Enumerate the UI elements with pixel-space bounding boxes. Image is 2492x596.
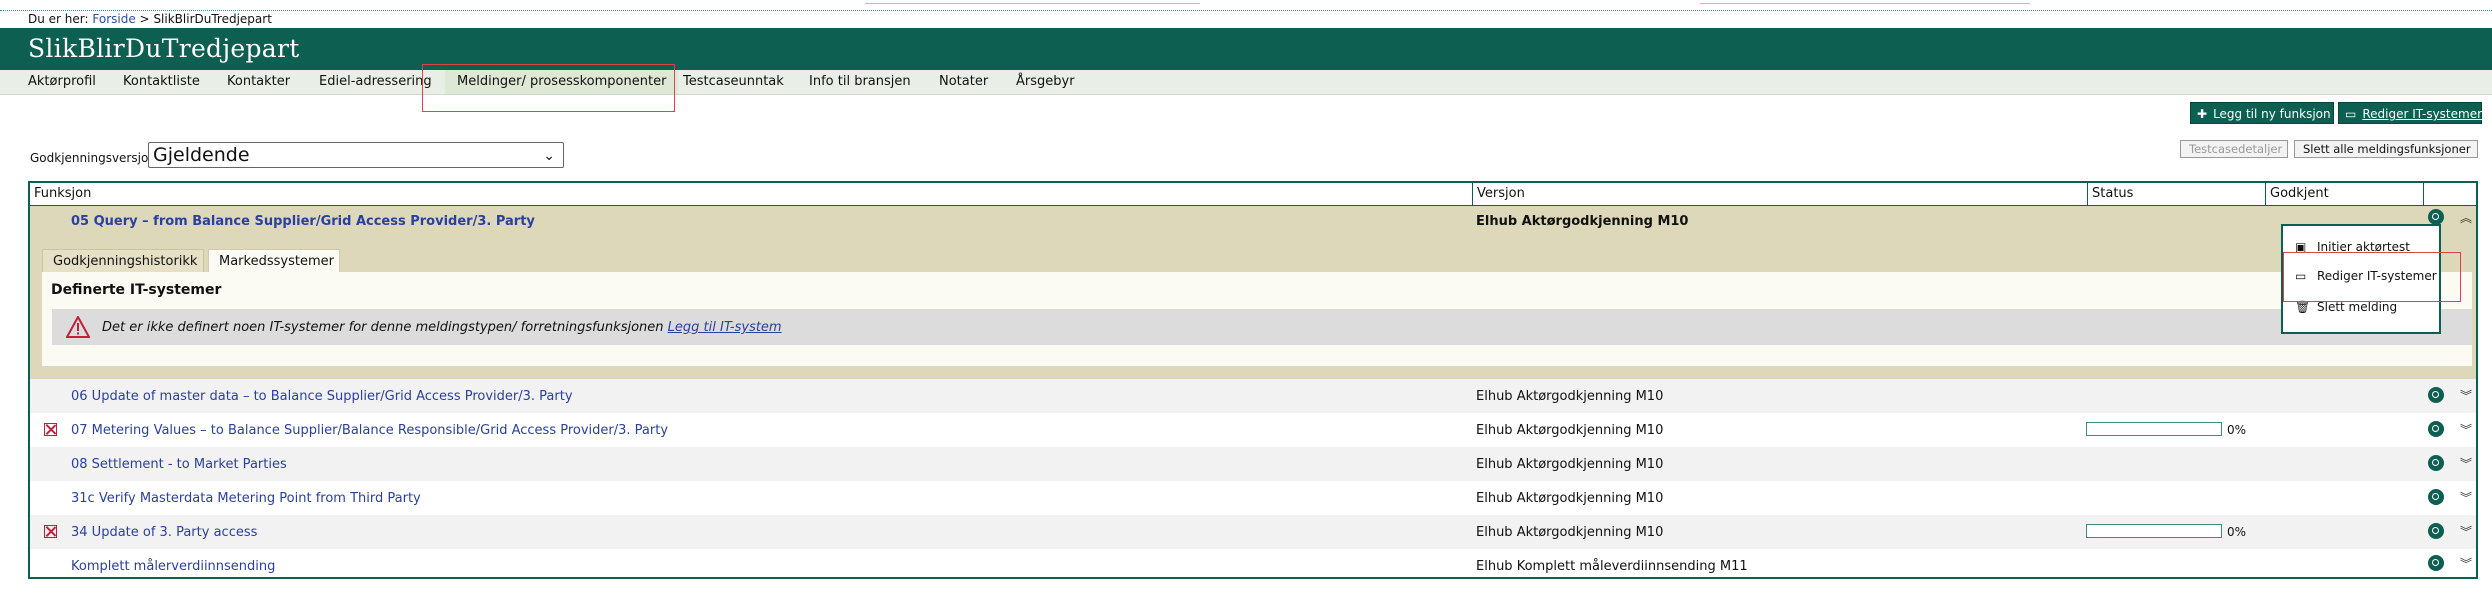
col-header-approved: Godkjent: [2265, 183, 2423, 205]
settings-icon[interactable]: [2428, 387, 2444, 403]
col-header-actions: [2423, 183, 2476, 205]
add-it-system-link[interactable]: Legg til IT-system: [668, 320, 782, 335]
add-function-label: Legg til ny funksjon: [2213, 107, 2331, 121]
menu-item-initier-aktortest[interactable]: ▣ Initier aktørtest: [2295, 240, 2410, 254]
settings-icon[interactable]: [2428, 421, 2444, 437]
nav-item-kontakter[interactable]: Kontakter: [227, 74, 290, 89]
top-field-2: [1700, 0, 2030, 4]
menu-item-label: Slett melding: [2317, 300, 2398, 314]
functions-table: Funksjon Versjon Status Godkjent 05 Quer…: [28, 181, 2478, 579]
row-version: Elhub Aktørgodkjenning M10: [1476, 491, 1664, 506]
chevron-down-icon[interactable]: ︾: [2460, 492, 2472, 504]
col-header-status: Status: [2087, 183, 2265, 205]
expanded-function-link[interactable]: 05 Query – from Balance Supplier/Grid Ac…: [71, 214, 535, 229]
nav-item-aktorprofil[interactable]: Aktørprofil: [28, 74, 96, 89]
table-row: 31c Verify Masterdata Metering Point fro…: [30, 481, 2476, 515]
markedssystemer-panel: Definerte IT-systemer Det er ikke define…: [42, 272, 2472, 366]
testcase-details-button[interactable]: Testcasedetaljer: [2180, 140, 2288, 158]
nav-item-testcaseunntak[interactable]: Testcaseunntak: [683, 74, 784, 89]
test-icon: ▣: [2295, 240, 2307, 254]
chevron-up-icon[interactable]: ︽: [2460, 212, 2472, 224]
failed-status-icon: [44, 423, 57, 436]
breadcrumb: Du er her: Forside > SlikBlirDuTredjepar…: [28, 12, 272, 26]
expanded-version: Elhub Aktørgodkjenning M10: [1476, 214, 1689, 229]
settings-icon[interactable]: [2428, 523, 2444, 539]
edit-it-systems-label: Rediger IT-systemer: [2362, 107, 2483, 121]
add-function-button[interactable]: ✚ Legg til ny funksjon: [2190, 102, 2334, 124]
breadcrumb-home-link[interactable]: Forside: [92, 12, 135, 26]
tab-godkjenningshistorikk[interactable]: Godkjenningshistorikk: [42, 249, 204, 273]
table-row: 08 Settlement - to Market Parties Elhub …: [30, 447, 2476, 481]
page-title: SlikBlirDuTredjepart: [28, 34, 300, 63]
top-field-1: [865, 0, 1200, 4]
row-version: Elhub Aktørgodkjenning M10: [1476, 389, 1664, 404]
warning-text: Det er ikke definert noen IT-systemer fo…: [102, 320, 664, 335]
settings-icon[interactable]: [2428, 555, 2444, 571]
table-row: 34 Update of 3. Party access Elhub Aktør…: [30, 515, 2476, 549]
progress-bar: [2086, 524, 2222, 538]
nav-item-info-til-bransjen[interactable]: Info til bransjen: [809, 74, 911, 89]
row-version: Elhub Komplett måleverdiinnsending M11: [1476, 559, 1748, 574]
row-function-link[interactable]: 07 Metering Values – to Balance Supplier…: [71, 423, 668, 438]
warning-box: Det er ikke definert noen IT-systemer fo…: [52, 309, 2472, 345]
header-banner: SlikBlirDuTredjepart: [0, 28, 2492, 70]
monitor-icon: ▭: [2345, 107, 2357, 121]
breadcrumb-current: SlikBlirDuTredjepart: [153, 12, 272, 26]
col-header-version: Versjon: [1472, 183, 2087, 205]
delete-all-functions-button[interactable]: Slett alle meldingsfunksjoner: [2294, 140, 2478, 158]
edit-it-systems-button[interactable]: ▭ Rediger IT-systemer: [2338, 102, 2482, 124]
menu-item-label: Rediger IT-systemer: [2317, 269, 2437, 283]
nav-item-ediel-adressering[interactable]: Ediel-adressering: [319, 74, 432, 89]
progress-bar: [2086, 422, 2222, 436]
nav-item-arsgebyr[interactable]: Årsgebyr: [1016, 74, 1075, 89]
table-row: Komplett målerverdiinnsending Elhub Komp…: [30, 549, 2476, 577]
row-function-link[interactable]: 34 Update of 3. Party access: [71, 525, 257, 540]
progress-percent: 0%: [2227, 525, 2247, 539]
chevron-down-icon[interactable]: ︾: [2460, 458, 2472, 470]
top-border: [0, 0, 2492, 11]
warning-icon: [66, 316, 90, 338]
breadcrumb-separator: >: [139, 12, 150, 26]
table-header: Funksjon Versjon Status Godkjent: [30, 183, 2476, 206]
menu-item-label: Initier aktørtest: [2317, 240, 2410, 254]
table-row: 07 Metering Values – to Balance Supplier…: [30, 413, 2476, 447]
row-function-link[interactable]: 31c Verify Masterdata Metering Point fro…: [71, 491, 421, 506]
version-select-label: Godkjenningsversjon: [30, 151, 156, 165]
monitor-icon: ▭: [2295, 269, 2307, 283]
version-select[interactable]: Gjeldende ⌄: [148, 142, 564, 168]
tab-markedssystemer[interactable]: Markedssystemer: [208, 249, 340, 273]
progress-percent: 0%: [2227, 423, 2247, 437]
row-function-link[interactable]: 08 Settlement - to Market Parties: [71, 457, 287, 472]
row-version: Elhub Aktørgodkjenning M10: [1476, 423, 1664, 438]
chevron-down-icon[interactable]: ︾: [2460, 558, 2472, 570]
row-function-link[interactable]: 06 Update of master data – to Balance Su…: [71, 389, 573, 404]
menu-item-rediger-it-systemer[interactable]: ▭ Rediger IT-systemer: [2295, 269, 2437, 283]
settings-icon[interactable]: [2428, 489, 2444, 505]
menu-item-slett-melding[interactable]: 🗑 Slett melding: [2295, 300, 2397, 314]
main-nav: Aktørprofil Kontaktliste Kontakter Ediel…: [0, 70, 2492, 95]
warning-message: Det er ikke definert noen IT-systemer fo…: [102, 320, 782, 335]
table-row: 06 Update of master data – to Balance Su…: [30, 379, 2476, 413]
chevron-down-icon[interactable]: ︾: [2460, 390, 2472, 402]
chevron-down-icon[interactable]: ︾: [2460, 424, 2472, 436]
version-select-value: Gjeldende: [153, 144, 250, 166]
failed-status-icon: [44, 525, 57, 538]
col-header-function: Funksjon: [34, 186, 92, 201]
nav-item-kontaktliste[interactable]: Kontaktliste: [123, 74, 200, 89]
row-version: Elhub Aktørgodkjenning M10: [1476, 525, 1664, 540]
row-function-link[interactable]: Komplett målerverdiinnsending: [71, 559, 275, 574]
settings-icon[interactable]: [2428, 209, 2444, 225]
nav-item-notater[interactable]: Notater: [939, 74, 988, 89]
breadcrumb-prefix: Du er her:: [28, 12, 89, 26]
nav-item-meldinger[interactable]: Meldinger/ prosesskomponenter: [445, 70, 679, 94]
expanded-row: 05 Query – from Balance Supplier/Grid Ac…: [30, 206, 2476, 380]
row-version: Elhub Aktørgodkjenning M10: [1476, 457, 1664, 472]
chevron-down-icon[interactable]: ︾: [2460, 526, 2472, 538]
context-menu: ▣ Initier aktørtest ▭ Rediger IT-systemer …: [2281, 224, 2441, 334]
panel-heading: Definerte IT-systemer: [51, 282, 222, 298]
settings-icon[interactable]: [2428, 455, 2444, 471]
chevron-down-icon: ⌄: [543, 148, 555, 164]
trash-icon: 🗑: [2295, 300, 2311, 314]
plus-icon: ✚: [2197, 107, 2208, 121]
